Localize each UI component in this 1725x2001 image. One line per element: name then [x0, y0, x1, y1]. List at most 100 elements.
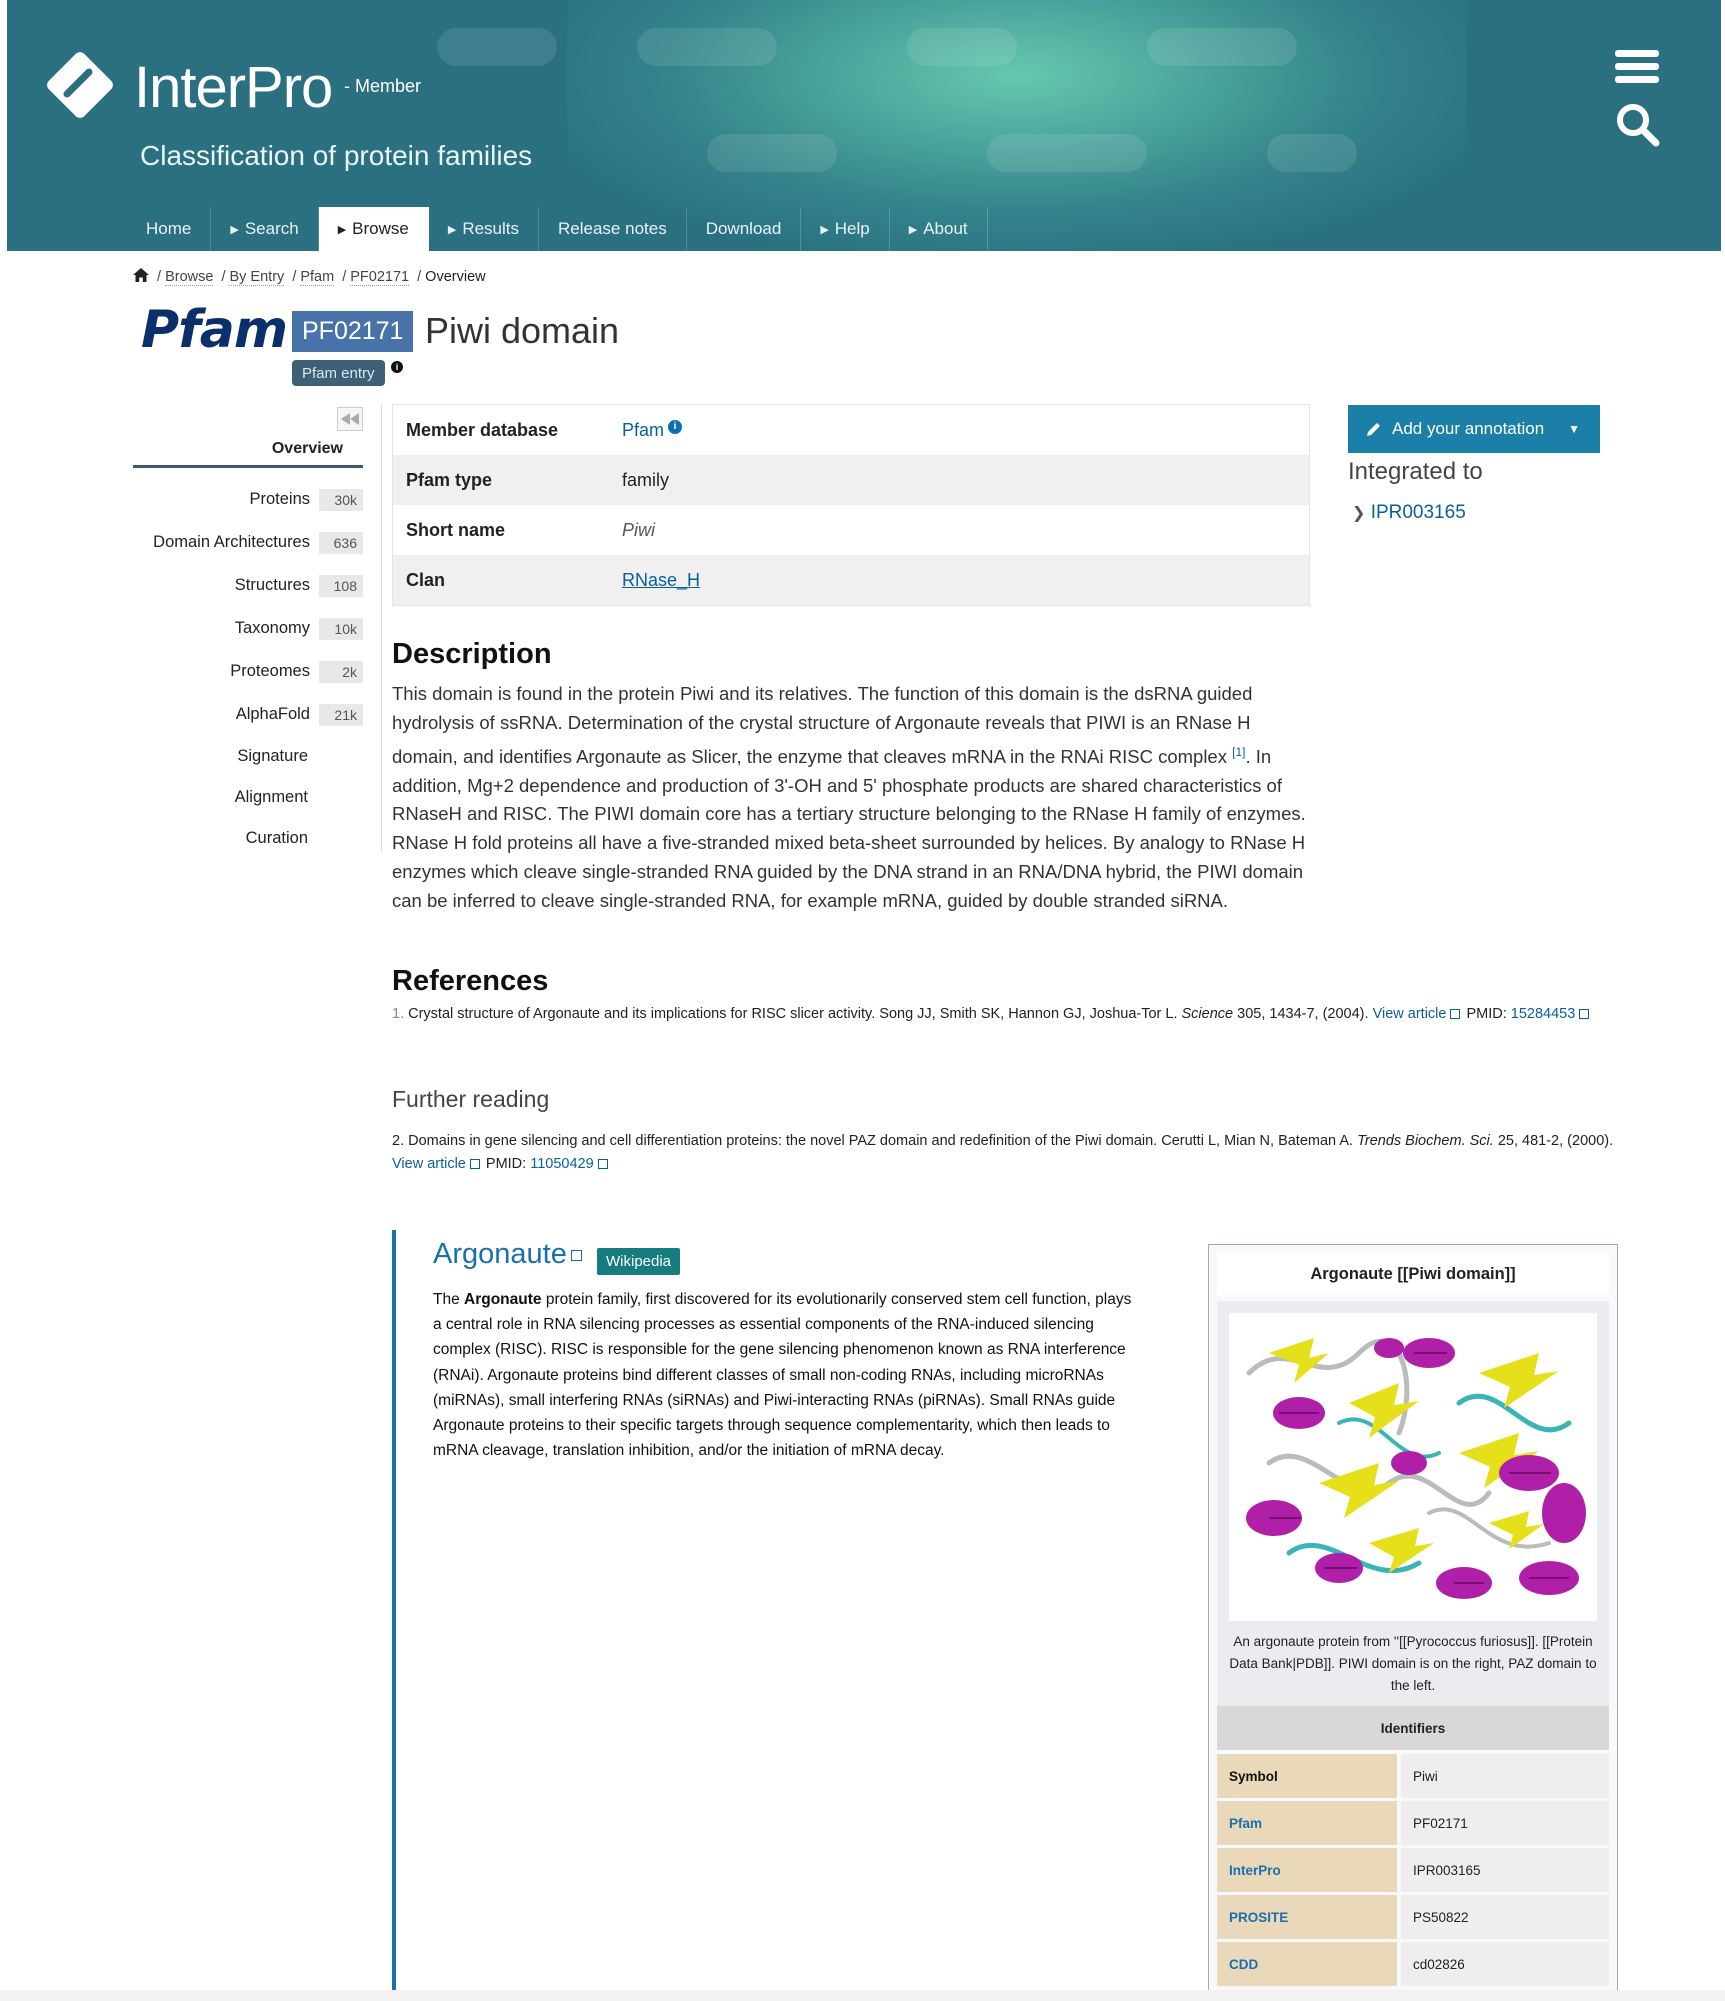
- main-nav: Home ▶ Search ▶ Browse ▶ Results Release notes D…: [127, 207, 988, 251]
- clan-link[interactable]: RNase_H: [622, 570, 700, 590]
- protein-structure-illustration: [1246, 1338, 1586, 1599]
- nav-release-notes[interactable]: Release notes: [539, 207, 687, 251]
- table-row: PROSITE PS50822: [1217, 1895, 1609, 1939]
- member-database-label: Member database: [406, 419, 559, 440]
- nav-label: Search: [244, 219, 299, 238]
- breadcrumb-pfam[interactable]: Pfam: [300, 269, 335, 286]
- home-icon[interactable]: [133, 268, 149, 282]
- brand-name[interactable]: InterPro: [134, 54, 333, 121]
- sidebar-item-proteomes[interactable]: Proteomes 2k: [133, 650, 363, 693]
- entry-type-badge: Pfam entry: [292, 360, 385, 386]
- wikipedia-summary: The Argonaute protein family, first disc…: [433, 1287, 1136, 1463]
- sidebar-item-overview[interactable]: Overview: [133, 440, 363, 468]
- table-row: Short name Piwi: [393, 505, 1309, 555]
- wikipedia-title: Argonaute: [433, 1238, 584, 1271]
- count-badge: 30k: [319, 488, 363, 511]
- identifiers-heading: Identifiers: [1217, 1706, 1609, 1750]
- sidebar-item-signature[interactable]: Signature: [133, 736, 363, 777]
- caret-right-icon: ▶: [230, 223, 239, 236]
- member-database-link[interactable]: Pfam: [622, 420, 664, 440]
- pencil-icon: [1367, 423, 1380, 436]
- identifier-value: PF02171: [1401, 1801, 1609, 1845]
- nav-label: Release notes: [558, 219, 667, 238]
- info-icon[interactable]: i: [668, 419, 683, 434]
- references-heading: References: [392, 965, 549, 997]
- identifier-value: IPR003165: [1401, 1848, 1609, 1892]
- sidebar-item-label: AlphaFold: [235, 705, 310, 723]
- add-annotation-button[interactable]: Add your annotation ▼: [1348, 405, 1600, 453]
- nav-help[interactable]: ▶ Help: [801, 207, 890, 251]
- chevron-right-icon[interactable]: ❯: [1352, 505, 1365, 522]
- wikipedia-accent-bar: [392, 1230, 396, 2000]
- member-label: - Member: [344, 76, 422, 96]
- nav-home[interactable]: Home: [127, 207, 212, 251]
- nav-browse[interactable]: ▶ Browse: [318, 207, 429, 251]
- identifier-key-link[interactable]: PROSITE: [1217, 1895, 1397, 1939]
- description-heading: Description: [392, 638, 552, 670]
- citation-link[interactable]: [1]: [1232, 745, 1245, 759]
- identifier-key-link[interactable]: InterPro: [1217, 1848, 1397, 1892]
- breadcrumb: / Browse / By Entry / Pfam / PF02171 /Overvi…: [133, 268, 486, 286]
- add-annotation-label: Add your annotation: [1392, 419, 1545, 438]
- reference-journal: Science: [1181, 1006, 1234, 1022]
- nav-about[interactable]: ▶ About: [890, 207, 988, 251]
- description-text: This domain is found in the protein Piwi…: [392, 680, 1317, 916]
- pfam-type-label: Pfam type: [406, 469, 493, 490]
- wiki-text-bold: Argonaute: [464, 1291, 542, 1308]
- reference-item: 1. Crystal structure of Argonaute and it…: [392, 1003, 1602, 1026]
- nav-label: Results: [462, 219, 520, 238]
- sidebar-item-domain-architectures[interactable]: Domain Architectures 636: [133, 521, 363, 564]
- count-badge: 108: [319, 574, 363, 597]
- integrated-entry-link[interactable]: IPR003165: [1371, 502, 1466, 523]
- pmid-link[interactable]: 15284453: [1511, 1006, 1576, 1022]
- member-info-table: Member database Pfam i Pfam type family S…: [392, 404, 1310, 606]
- search-icon[interactable]: [1615, 102, 1661, 148]
- sidebar-item-taxonomy[interactable]: Taxonomy 10k: [133, 607, 363, 650]
- external-link-icon[interactable]: [597, 1159, 608, 1170]
- sidebar-item-proteins[interactable]: Proteins 30k: [133, 478, 363, 521]
- nav-download[interactable]: Download: [687, 207, 802, 251]
- nav-search[interactable]: ▶ Search: [211, 207, 319, 251]
- collapse-sidebar-button[interactable]: [337, 407, 363, 431]
- caret-down-icon[interactable]: ▼: [1568, 422, 1580, 436]
- breadcrumb-by-entry[interactable]: By Entry: [229, 269, 285, 286]
- clan-label: Clan: [406, 569, 446, 590]
- nav-label: About: [923, 219, 968, 238]
- identifier-key: Symbol: [1217, 1754, 1397, 1798]
- identifier-key-link[interactable]: Pfam: [1217, 1801, 1397, 1845]
- info-icon[interactable]: i: [391, 361, 403, 373]
- sidebar-item-structures[interactable]: Structures 108: [133, 564, 363, 607]
- view-article-link[interactable]: View article: [392, 1156, 466, 1172]
- breadcrumb-accession[interactable]: PF02171: [350, 269, 410, 286]
- nav-label: Home: [146, 219, 192, 238]
- breadcrumb-current: Overview: [425, 269, 486, 285]
- sidebar-item-curation[interactable]: Curation: [133, 818, 363, 859]
- pmid-link[interactable]: 11050429: [530, 1156, 593, 1172]
- count-badge: 2k: [319, 660, 363, 683]
- nav-label: Download: [705, 219, 782, 238]
- site-tagline: Classification of protein families: [140, 140, 533, 171]
- infobox-caption: An argonaute protein from ''[[Pyrococcus…: [1229, 1634, 1597, 1693]
- nav-results[interactable]: ▶ Results: [429, 207, 540, 251]
- table-row: Symbol Piwi: [1217, 1754, 1609, 1798]
- sidebar-divider: [381, 404, 382, 852]
- wikipedia-title-link[interactable]: Argonaute: [433, 1238, 567, 1270]
- header-decoration: [1147, 28, 1297, 66]
- identifier-key-link[interactable]: CDD: [1217, 1942, 1397, 1986]
- sidebar-item-label: Proteins: [249, 490, 310, 508]
- description-part: . In addition, Mg+2 dependence and produ…: [392, 745, 1306, 911]
- sidebar-item-alignment[interactable]: Alignment: [133, 777, 363, 818]
- sidebar-item-alphafold[interactable]: AlphaFold 21k: [133, 693, 363, 736]
- reference-details: 25, 481-2, (2000).: [1497, 1133, 1614, 1149]
- hamburger-menu-icon[interactable]: [1615, 50, 1659, 86]
- breadcrumb-browse[interactable]: Browse: [165, 269, 214, 286]
- external-link-icon[interactable]: [570, 1249, 582, 1261]
- external-link-icon[interactable]: [469, 1159, 480, 1170]
- protein-structure-image[interactable]: [1229, 1313, 1597, 1621]
- view-article-link[interactable]: View article: [1373, 1006, 1447, 1022]
- short-name-value: Piwi: [622, 519, 656, 540]
- short-name-label: Short name: [406, 519, 506, 540]
- external-link-icon[interactable]: [1450, 1009, 1461, 1020]
- external-link-icon[interactable]: [1579, 1009, 1590, 1020]
- interpro-logo-icon[interactable]: [45, 50, 115, 120]
